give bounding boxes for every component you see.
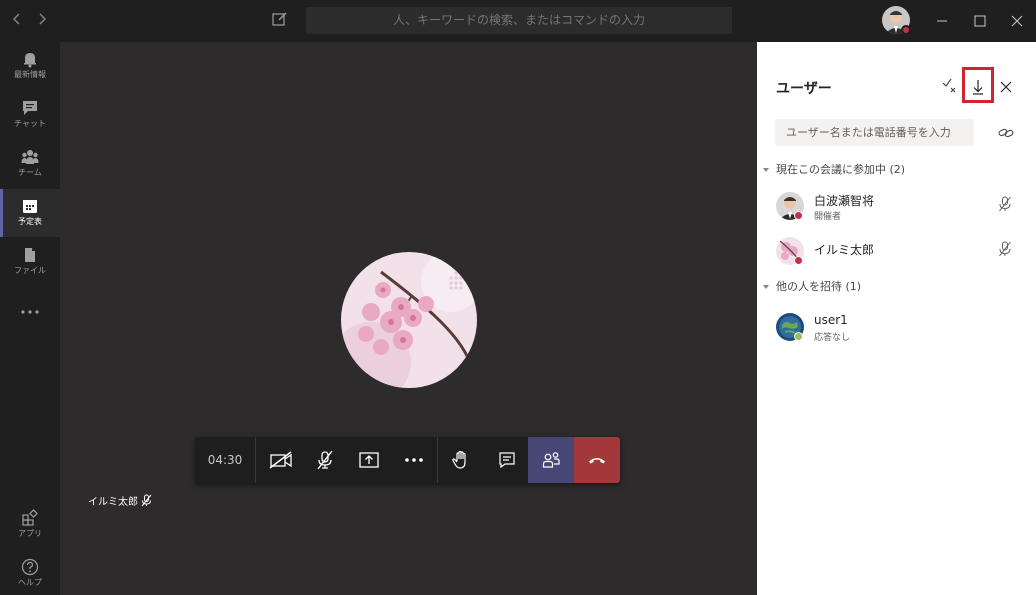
meeting-stage: 04:30 イルミ太郎: [60, 42, 757, 595]
share-screen-icon: [359, 452, 379, 468]
teams-icon: [21, 150, 39, 164]
rail-label: チャット: [14, 119, 46, 128]
forward-arrow-icon[interactable]: [33, 11, 51, 31]
mute-button[interactable]: [302, 437, 348, 483]
rail-item-apps[interactable]: アプリ: [0, 501, 60, 549]
rail-label: ファイル: [14, 266, 46, 275]
rail-label: ヘルプ: [18, 578, 42, 587]
mute-all-icon[interactable]: [940, 75, 962, 97]
collapse-triangle-icon: [763, 168, 769, 172]
mic-muted-icon: [140, 492, 153, 507]
rail-label: アプリ: [18, 529, 42, 538]
invited-user-row[interactable]: user1 応答なし: [757, 309, 1036, 349]
rail-item-help[interactable]: ヘルプ: [0, 550, 60, 595]
presence-busy-dot: [794, 256, 803, 265]
section-header-label: 他の人を招待 (1): [776, 280, 862, 293]
user-role: 開催者: [814, 212, 842, 222]
file-icon: [25, 248, 35, 262]
user-status: 応答なし: [814, 333, 851, 343]
rail-item-teams[interactable]: チーム: [0, 140, 60, 188]
rail-label: 最新情報: [14, 70, 46, 79]
apps-icon: [22, 509, 38, 526]
more-actions-button[interactable]: [391, 437, 437, 483]
calendar-icon: [23, 200, 37, 213]
title-bar: [0, 0, 1036, 42]
people-icon: [542, 452, 560, 468]
section-header-label: 現在この会議に参加中 (2): [776, 163, 906, 176]
maximize-icon[interactable]: [968, 9, 992, 33]
more-icon: [405, 458, 423, 462]
bell-icon: [24, 53, 36, 68]
user-search-input[interactable]: [775, 119, 974, 146]
rail-item-calendar[interactable]: 予定表: [0, 189, 60, 237]
profile-status-dot: [901, 25, 911, 35]
new-chat-compose-icon[interactable]: [271, 10, 291, 32]
download-icon[interactable]: [967, 76, 989, 98]
share-invite-link-icon[interactable]: [995, 122, 1017, 144]
user-name: user1: [814, 313, 848, 327]
participant-avatar-large: [341, 252, 477, 388]
call-controls-bar: 04:30: [195, 437, 620, 483]
mic-muted-icon[interactable]: [997, 241, 1013, 257]
hang-up-button[interactable]: [574, 437, 620, 483]
minimize-icon[interactable]: [930, 9, 954, 33]
participants-panel: ユーザー 現在この会議に参加中 (2) 白波瀬智将 開催者: [757, 42, 1036, 595]
share-screen-button[interactable]: [346, 437, 392, 483]
in-meeting-section-header[interactable]: 現在この会議に参加中 (2): [763, 161, 905, 177]
participant-name-label: イルミ太郎: [88, 497, 138, 508]
rail-label: 予定表: [18, 217, 42, 226]
search-input[interactable]: [306, 7, 732, 34]
user-name: イルミ太郎: [814, 243, 875, 257]
camera-off-button[interactable]: [256, 437, 302, 483]
raise-hand-button[interactable]: [438, 437, 484, 483]
panel-title: ユーザー: [776, 81, 832, 97]
chat-icon: [23, 101, 37, 115]
rail-label: チーム: [18, 168, 42, 177]
raise-hand-icon: [452, 450, 466, 469]
collapse-triangle-icon: [763, 285, 769, 289]
participant-row[interactable]: 白波瀬智将 開催者: [757, 188, 1036, 228]
call-timer: 04:30: [195, 437, 256, 483]
presence-busy-dot: [794, 211, 803, 220]
chat-icon: [499, 452, 515, 469]
mic-muted-icon[interactable]: [997, 196, 1013, 212]
rail-item-files[interactable]: ファイル: [0, 238, 60, 286]
rail-item-activity[interactable]: 最新情報: [0, 42, 60, 90]
back-arrow-icon[interactable]: [8, 11, 26, 31]
user-name: 白波瀬智将: [814, 194, 875, 208]
hang-up-icon: [589, 458, 605, 464]
more-icon: [21, 310, 39, 314]
camera-off-icon: [269, 451, 292, 469]
teams-window: 最新情報 チャット チーム 予定表 ファイル アプリ ヘルプ: [0, 0, 1036, 595]
window-close-icon[interactable]: [1005, 9, 1029, 33]
app-rail: 最新情報 チャット チーム 予定表 ファイル アプリ ヘルプ: [0, 42, 60, 595]
rail-item-chat[interactable]: チャット: [0, 91, 60, 139]
invite-section-header[interactable]: 他の人を招待 (1): [763, 278, 861, 294]
show-participants-button[interactable]: [528, 437, 574, 483]
presence-available-dot: [794, 332, 803, 341]
show-conversation-button[interactable]: [484, 437, 530, 483]
rail-more-button[interactable]: [0, 300, 60, 324]
help-icon: [21, 558, 39, 576]
participant-row[interactable]: イルミ太郎: [757, 233, 1036, 273]
close-panel-icon[interactable]: [995, 76, 1017, 98]
mic-off-icon: [317, 450, 333, 470]
